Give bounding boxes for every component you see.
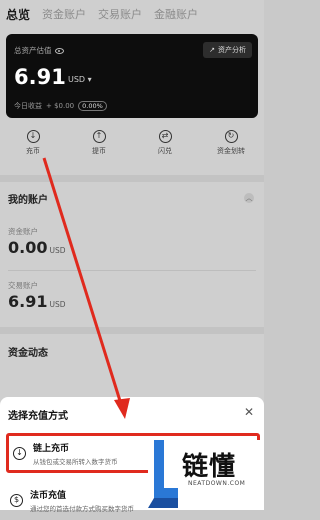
deposit-action[interactable]: ↓ 充币 <box>8 130 58 170</box>
tab-overview[interactable]: 总览 <box>6 6 30 23</box>
withdraw-icon: ↑ <box>92 130 106 143</box>
total-assets-amount: 6.91 <box>14 65 66 89</box>
today-earnings-label: 今日收益 <box>14 102 42 110</box>
trading-account-value: 6.91 USD <box>8 292 66 311</box>
withdraw-label: 提币 <box>92 147 106 155</box>
today-earnings-value: + $0.00 <box>46 102 75 110</box>
section-separator <box>0 327 264 334</box>
total-assets-label: 总资产估值 <box>14 46 52 55</box>
swap-label: 闪兑 <box>158 147 172 155</box>
watermark-text: 链懂 <box>182 452 237 482</box>
today-earnings-pct: 0.00% <box>78 101 107 111</box>
funding-account-value: 0.00 USD <box>8 238 66 257</box>
funding-account-name: 资金账户 <box>8 227 38 236</box>
section-separator <box>0 175 264 182</box>
accounts-divider <box>8 270 256 271</box>
today-earnings: 今日收益 + $0.00 0.00% <box>14 101 107 111</box>
trading-account-summary[interactable]: 交易账户 6.91 USD <box>8 280 66 311</box>
fiat-deposit-desc: 通过您的首选付款方式购买数字货币 <box>30 504 134 513</box>
fiat-deposit-title: 法币充值 <box>30 490 67 501</box>
watermark: 链懂 NEATDOWN.COM <box>148 440 264 510</box>
transfer-label: 资金划转 <box>217 147 245 155</box>
onchain-deposit-title: 链上充币 <box>33 443 70 454</box>
tab-trading-account[interactable]: 交易账户 <box>98 6 142 22</box>
dollar-icon: $ <box>10 493 23 507</box>
fund-activity-title: 资金动态 <box>8 348 48 359</box>
total-assets-label-row: 总资产估值 <box>14 45 64 56</box>
sheet-title: 选择充值方式 <box>8 411 68 422</box>
download-icon: ↓ <box>13 446 26 460</box>
asset-analysis-label: 资产分析 <box>218 46 246 54</box>
trading-account-name: 交易账户 <box>8 281 38 290</box>
deposit-icon: ↓ <box>26 130 40 143</box>
chevron-up-icon[interactable]: ︿ <box>244 193 254 203</box>
onchain-deposit-desc: 从钱包或交易所转入数字货币 <box>33 457 118 466</box>
quick-actions: ↓ 充币 ↑ 提币 ⇄ 闪兑 ↻ 资金划转 <box>0 130 264 170</box>
swap-action[interactable]: ⇄ 闪兑 <box>140 130 190 170</box>
asset-analysis-button[interactable]: ↗ 资产分析 <box>203 42 252 58</box>
watermark-url: NEATDOWN.COM <box>188 480 246 487</box>
transfer-icon: ↻ <box>224 130 238 143</box>
funding-account-summary[interactable]: 资金账户 0.00 USD <box>8 226 66 257</box>
swap-icon: ⇄ <box>158 130 172 143</box>
chart-icon: ↗ <box>209 46 215 54</box>
transfer-action[interactable]: ↻ 资金划转 <box>206 130 256 170</box>
my-accounts-title: 我的账户 <box>8 195 48 206</box>
wallet-overview-page: 总览 资金账户 交易账户 金融账户 总资产估值 ↗ 资产分析 6.91 USD … <box>0 0 264 513</box>
deposit-label: 充币 <box>26 147 40 155</box>
watermark-logo-icon <box>148 440 178 508</box>
withdraw-action[interactable]: ↑ 提币 <box>74 130 124 170</box>
close-icon[interactable]: ✕ <box>244 405 254 419</box>
eye-icon[interactable] <box>54 47 64 54</box>
account-tabs: 总览 资金账户 交易账户 金融账户 <box>0 0 264 28</box>
total-assets-unit: USD ▾ <box>68 75 92 84</box>
tab-funding-account[interactable]: 资金账户 <box>42 6 86 22</box>
total-assets-card: 总资产估值 ↗ 资产分析 6.91 USD ▾ 今日收益 + $0.00 0.0… <box>6 34 258 118</box>
tab-financial-account[interactable]: 金融账户 <box>154 6 198 22</box>
